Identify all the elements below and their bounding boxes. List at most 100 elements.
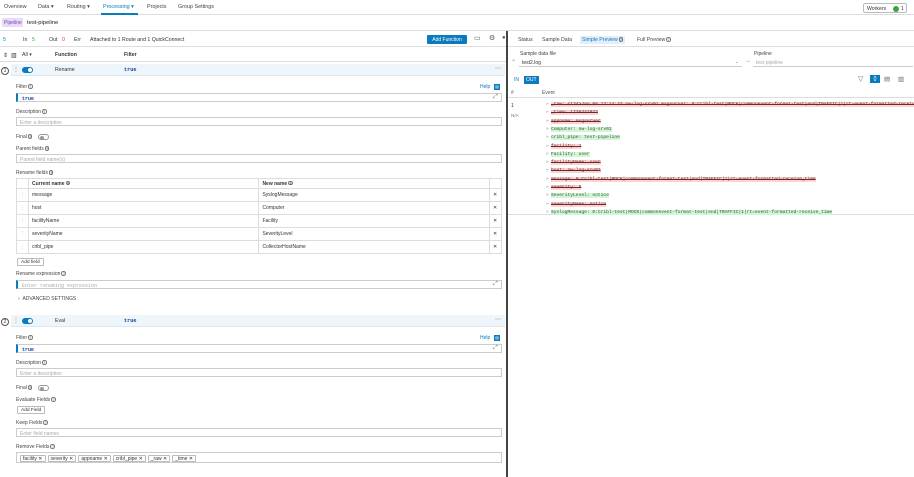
event-field-line: » appname: msgsvrver <box>546 118 601 125</box>
removed-field: severity: 5 <box>551 185 582 190</box>
rename-expression-input[interactable]: Enter renaming expression <box>16 280 502 289</box>
drag-handle-icon[interactable]: ⋮ <box>16 188 29 202</box>
advanced-settings-toggle[interactable]: › ADVANCED SETTINGS <box>18 296 76 302</box>
remove-row-icon[interactable]: ✕ <box>488 240 503 254</box>
out-label: Out <box>49 37 58 43</box>
in-tab[interactable]: IN <box>514 77 519 83</box>
parent-fields-input[interactable]: Parent field name(s) <box>16 154 502 163</box>
remove-row-icon[interactable]: ✕ <box>488 201 503 215</box>
expand-editor-icon[interactable]: ⤢ <box>493 345 498 352</box>
filter-input[interactable]: true <box>16 93 502 102</box>
nav-overview[interactable]: Overview <box>4 4 26 10</box>
final-toggle[interactable] <box>38 385 49 391</box>
pipeline-bar: Pipeline test-pipeline <box>0 15 914 31</box>
nav-data[interactable]: Data ▾ <box>38 4 54 10</box>
current-name-cell[interactable]: severityName <box>27 227 260 241</box>
gear-icon[interactable]: ⚙ <box>489 35 495 42</box>
workers-count: 1 <box>901 6 904 12</box>
pipeline-name: test-pipeline <box>27 20 59 26</box>
add-evaluate-field-button[interactable]: Add Field <box>17 406 46 414</box>
description-input[interactable]: Enter a description <box>16 368 502 377</box>
removed-field: appname: msgsvrver <box>551 118 601 124</box>
help-book-icon[interactable]: ▤ <box>494 335 500 341</box>
remove-row-icon[interactable]: ✕ <box>488 188 503 202</box>
more-options-icon[interactable]: ⋯ <box>495 65 501 72</box>
add-function-button[interactable]: Add Function <box>427 35 467 44</box>
event-field-line: » SeverityLevel: notice <box>546 193 609 199</box>
table-row: ⋮ cribl_pipe CollectorHostName ✕ <box>16 240 503 254</box>
added-field: Facility: user <box>551 151 590 157</box>
final-toggle[interactable] <box>38 134 49 140</box>
help-link[interactable]: Help <box>480 335 490 341</box>
event-field-line: » facility: 1 <box>546 143 582 150</box>
tab-full-preview[interactable]: Full Preview? <box>637 37 671 43</box>
event-field-line: » severity: 5 <box>546 185 582 191</box>
drag-handle-icon[interactable]: ⋮ <box>13 66 19 73</box>
add-field-button[interactable]: Add field <box>17 258 44 266</box>
function-enabled-toggle[interactable] <box>22 67 33 73</box>
pipeline-select[interactable]: test-pipeline <box>753 58 913 67</box>
new-name-cell[interactable]: SyslogMessage <box>258 188 490 202</box>
help-link[interactable]: Help <box>480 84 490 90</box>
current-name-cell[interactable]: host <box>27 201 260 215</box>
err-label: Err <box>74 37 81 43</box>
remove-fields-input[interactable]: facility ✕ severity ✕ appname ✕ cribl_pipe … <box>16 452 502 463</box>
drag-handle-icon[interactable]: ⋮ <box>13 317 19 324</box>
event-field-line: » facilityName: user <box>546 160 601 166</box>
tab-simple-preview[interactable]: Simple Preview? <box>580 36 626 44</box>
nav-group-settings[interactable]: Group Settings <box>178 4 214 10</box>
new-name-cell[interactable]: Computer <box>258 201 490 215</box>
drag-handle-icon[interactable]: ⋮ <box>16 240 29 254</box>
function-name: Eval <box>55 318 66 324</box>
function-row-rename[interactable]: ⋮ Rename true ⋯ <box>11 64 505 76</box>
comment-icon[interactable]: ▭ <box>474 35 481 42</box>
function-filter: true <box>124 318 137 324</box>
description-label: Description? <box>16 360 47 366</box>
new-name-cell[interactable]: CollectorHostName <box>258 240 490 254</box>
json-view-icon[interactable]: {} <box>870 75 880 83</box>
rename-expression-label: Rename expression? <box>16 271 66 277</box>
chart-icon[interactable]: ▥ <box>898 75 904 83</box>
added-field: Computer: nw-log-srv01 <box>551 126 612 132</box>
filter-input[interactable]: true <box>16 344 502 353</box>
new-name-header: New name? <box>258 178 490 189</box>
table-view-icon[interactable]: ▤ <box>884 75 890 83</box>
drag-handle-icon[interactable]: ⋮ <box>16 201 29 215</box>
filter-icon[interactable]: ▽ <box>858 75 863 83</box>
drag-handle-icon[interactable]: ⋮ <box>16 227 29 241</box>
description-input[interactable]: Enter a description <box>16 117 502 126</box>
tab-sample-data[interactable]: Sample Data <box>542 37 572 43</box>
current-name-cell[interactable]: facilityName <box>27 214 260 228</box>
columns-icon[interactable]: ▥ <box>11 52 17 59</box>
nav-processing[interactable]: Processing ▾ <box>103 4 134 10</box>
expand-editor-icon[interactable]: ⤢ <box>493 94 498 101</box>
sample-file-select[interactable]: test2.log ⌄ <box>519 58 742 67</box>
out-tab[interactable]: OUT <box>524 76 539 84</box>
select-all-dropdown[interactable]: All ▾ <box>22 52 32 58</box>
expand-collapse-icon[interactable]: ⇕ <box>3 52 8 59</box>
function-row-eval[interactable]: ⋮ Eval true ⋯ <box>11 315 505 327</box>
keep-fields-label: Keep Fields? <box>16 420 48 426</box>
new-name-cell[interactable]: SeverityLevel <box>258 227 490 241</box>
chevron-down-icon[interactable]: ⌄ <box>511 56 516 63</box>
keep-fields-input[interactable]: Enter field names <box>16 428 502 437</box>
help-book-icon[interactable]: ▤ <box>494 84 500 90</box>
function-enabled-toggle[interactable] <box>22 318 33 324</box>
event-field-line: » host: nw-log-srv01 <box>546 168 601 174</box>
workers-button[interactable]: Workers 1 <box>863 3 907 13</box>
new-name-cell[interactable]: Facility <box>258 214 490 228</box>
drag-handle-icon[interactable]: ⋮ <box>16 214 29 228</box>
nav-projects[interactable]: Projects <box>147 4 166 10</box>
nav-routing[interactable]: Routing ▾ <box>67 4 90 10</box>
final-label: Final? <box>16 134 33 140</box>
expand-editor-icon[interactable]: ⤢ <box>493 281 498 288</box>
remove-fields-label: Remove Fields? <box>16 444 55 450</box>
tab-status[interactable]: Status <box>518 37 533 43</box>
remove-row-icon[interactable]: ✕ <box>488 227 503 241</box>
added-field: cribl_pipe: test-pipeline <box>551 135 620 141</box>
current-name-cell[interactable]: message <box>27 188 260 202</box>
attached-info: Attached to 1 Route and 1 QuickConnect <box>90 37 185 43</box>
remove-row-icon[interactable]: ✕ <box>488 214 503 228</box>
current-name-cell[interactable]: cribl_pipe <box>27 240 260 254</box>
more-options-icon[interactable]: ⋯ <box>495 316 501 323</box>
